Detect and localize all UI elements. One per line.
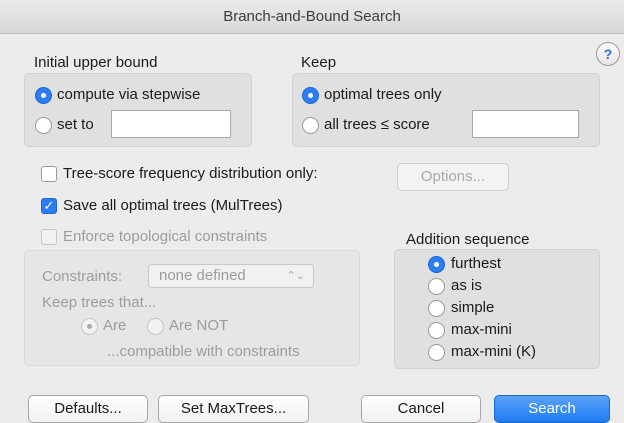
- optimal-only-label: optimal trees only: [324, 86, 442, 103]
- addition-label-max-mini: max-mini: [451, 321, 512, 338]
- addition-label-simple: simple: [451, 299, 495, 316]
- freq-dist-label: Tree-score frequency distribution only:: [63, 165, 318, 182]
- addition-radio-as-is[interactable]: [428, 278, 445, 295]
- constraints-label: Constraints:: [42, 268, 123, 285]
- all-trees-radio[interactable]: [302, 117, 319, 134]
- stepwise-radio[interactable]: [35, 87, 52, 104]
- chevron-updown-icon: ⌃⌄: [286, 270, 305, 282]
- keep-heading: Keep: [301, 54, 337, 71]
- save-optimal-checkbox[interactable]: ✓: [41, 198, 57, 214]
- enforce-constraints-label: Enforce topological constraints: [63, 228, 268, 245]
- freq-dist-checkbox[interactable]: [41, 166, 57, 182]
- are-radio[interactable]: [81, 318, 98, 335]
- compatible-label: ...compatible with constraints: [107, 343, 300, 360]
- addition-label-as-is: as is: [451, 277, 482, 294]
- window-title: Branch-and-Bound Search: [0, 0, 624, 34]
- are-label: Are: [103, 317, 127, 334]
- addition-radio-furthest[interactable]: [428, 256, 445, 273]
- help-button[interactable]: ?: [596, 42, 620, 66]
- are-not-label: Are NOT: [169, 317, 229, 334]
- keep-trees-that-label: Keep trees that...: [42, 294, 157, 311]
- cancel-button[interactable]: Cancel: [361, 395, 481, 423]
- enforce-constraints-checkbox[interactable]: [41, 229, 57, 245]
- are-not-radio[interactable]: [147, 318, 164, 335]
- addition-label-max-mini-k: max-mini (K): [451, 343, 536, 360]
- all-trees-label: all trees ≤ score: [324, 116, 430, 133]
- defaults-button[interactable]: Defaults...: [28, 395, 148, 423]
- upper-bound-heading: Initial upper bound: [34, 54, 158, 71]
- addition-radio-max-mini[interactable]: [428, 322, 445, 339]
- constraints-select-value: none defined: [159, 267, 246, 284]
- optimal-only-radio[interactable]: [302, 87, 319, 104]
- options-button[interactable]: Options...: [397, 163, 509, 191]
- addition-radio-simple[interactable]: [428, 300, 445, 317]
- score-input[interactable]: [472, 110, 579, 138]
- addition-label-furthest: furthest: [451, 255, 502, 272]
- set-maxtrees-button[interactable]: Set MaxTrees...: [158, 395, 309, 423]
- setto-label: set to: [57, 116, 94, 133]
- setto-input[interactable]: [111, 110, 231, 138]
- addition-sequence-heading: Addition sequence: [406, 231, 530, 248]
- addition-radio-max-mini-k[interactable]: [428, 344, 445, 361]
- constraints-select[interactable]: none defined ⌃⌄: [148, 264, 314, 288]
- stepwise-label: compute via stepwise: [57, 86, 201, 103]
- search-button[interactable]: Search: [494, 395, 610, 423]
- save-optimal-label: Save all optimal trees (MulTrees): [63, 197, 283, 214]
- setto-radio[interactable]: [35, 117, 52, 134]
